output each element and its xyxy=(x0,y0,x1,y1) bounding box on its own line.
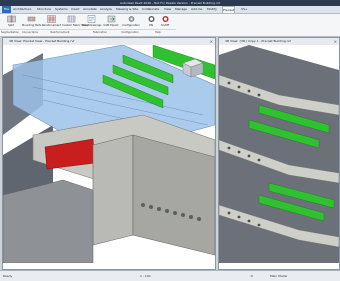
tab-add-ins[interactable]: Add-Ins xyxy=(191,6,202,13)
split-icon xyxy=(6,15,16,23)
split-button[interactable]: Split xyxy=(2,15,20,29)
tab-manage[interactable]: Manage xyxy=(175,6,187,13)
power-off-icon xyxy=(162,16,168,22)
tab-view[interactable]: View xyxy=(164,6,171,13)
power-on-icon xyxy=(148,16,154,22)
tab-modify[interactable]: Modify xyxy=(207,6,217,13)
group-fabrication: Fabrication xyxy=(80,29,120,35)
ribbon-tab-bar: File Architecture Structure Systems Inse… xyxy=(0,6,340,14)
group-reinforcement: Reinforcement xyxy=(40,29,80,35)
reinforcement-label: Reinforcement xyxy=(42,24,61,27)
tab-cs-plus[interactable]: CS+ xyxy=(241,6,248,13)
right-3d-viewport[interactable]: 3D View: {3D} Copy 1 - Precast Building.… xyxy=(218,37,340,270)
cam-export-label: CAM Export xyxy=(103,24,119,27)
left-3d-viewport[interactable]: 3D View: Precast View - Precast Building… xyxy=(2,37,216,270)
on-off-label: On/Off xyxy=(160,24,170,27)
shop-drawings-button[interactable]: Shop Drawings xyxy=(82,15,102,29)
on-off-button[interactable]: On/Off xyxy=(156,15,174,29)
concrete-column xyxy=(92,134,134,246)
group-configuration: Configuration xyxy=(120,29,140,34)
tab-annotate[interactable]: Annotate xyxy=(83,6,97,13)
mounting-parts-icon xyxy=(27,16,35,22)
configuration-button[interactable]: Configuration xyxy=(122,15,140,29)
cam-export-icon xyxy=(107,15,115,23)
gear-icon xyxy=(128,16,134,22)
tab-systems[interactable]: Systems xyxy=(55,6,68,13)
tab-collaborate[interactable]: Collaborate xyxy=(142,6,159,13)
reinforcement-button[interactable]: Reinforcement xyxy=(42,15,61,29)
custom-fabric-sheet-button[interactable]: Custom Fabric Sheet xyxy=(62,15,89,29)
configuration-label: Configuration xyxy=(122,24,140,27)
reinforcement-icon xyxy=(46,15,56,23)
tab-massing-site[interactable]: Massing & Site xyxy=(116,6,138,13)
tab-architecture[interactable]: Architecture xyxy=(13,6,31,13)
tab-insert[interactable]: Insert xyxy=(71,6,80,13)
tab-precast[interactable]: Precast xyxy=(222,6,235,13)
group-segmentation: Segmentation xyxy=(0,29,20,34)
tab-structure[interactable]: Structure xyxy=(37,6,51,13)
left-model-scene[interactable] xyxy=(3,45,215,263)
tab-analyze[interactable]: Analyze xyxy=(100,6,112,13)
right-model-scene[interactable] xyxy=(219,45,339,263)
viewport-area: 3D View: Precast View - Precast Building… xyxy=(0,37,340,270)
shop-drawings-label: Shop Drawings xyxy=(82,24,102,27)
custom-fabric-sheet-label: Custom Fabric Sheet xyxy=(62,24,89,27)
status-bar: Ready 1 : 100 :0 Main Model xyxy=(0,270,340,281)
group-help: Help xyxy=(140,29,176,35)
fabric-sheet-icon xyxy=(67,15,75,23)
mounting-parts-label: Mounting Parts xyxy=(22,24,42,27)
close-icon[interactable]: × xyxy=(334,38,337,45)
shop-drawings-icon xyxy=(87,15,95,23)
split-label: Split xyxy=(8,24,14,27)
cam-export-button[interactable]: CAM Export xyxy=(102,15,120,29)
close-icon[interactable]: × xyxy=(210,38,213,45)
group-connections: Connections xyxy=(20,29,40,34)
mounting-parts-button[interactable]: Mounting Parts xyxy=(22,15,42,29)
tab-file[interactable]: File xyxy=(2,6,12,13)
ribbon-panel: Split Mounting Parts Reinforcement Custo… xyxy=(0,14,340,37)
